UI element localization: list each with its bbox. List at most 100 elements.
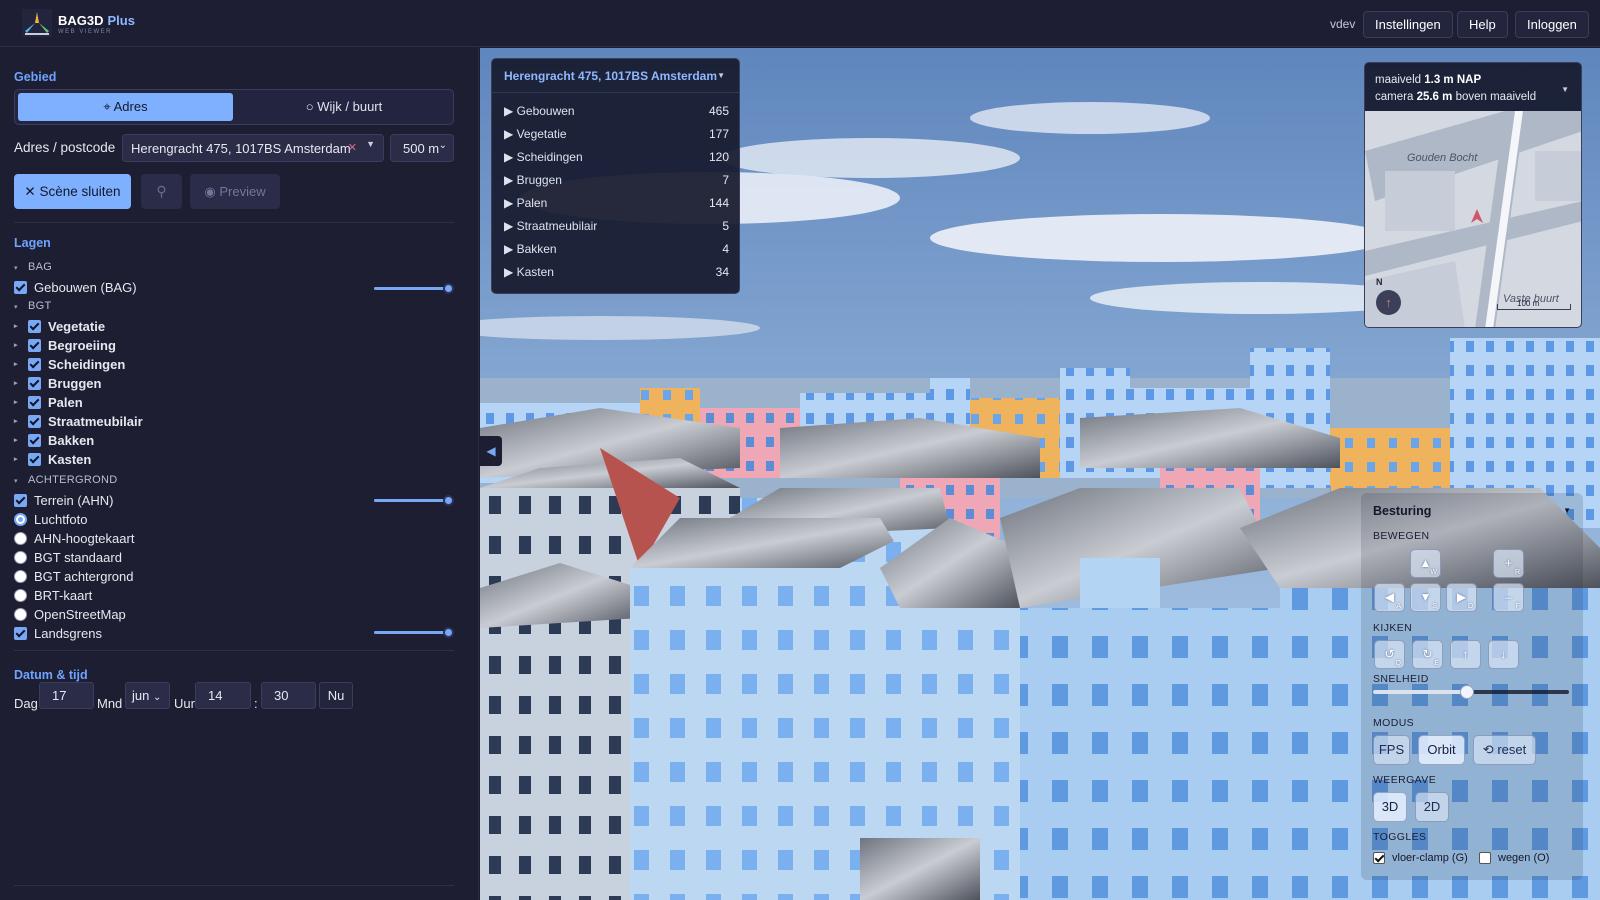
checkbox[interactable] (14, 626, 27, 640)
checkbox[interactable] (28, 319, 41, 333)
move-down-button[interactable]: – F (1493, 583, 1524, 612)
radio[interactable] (14, 569, 27, 583)
speed-slider-fill (1373, 690, 1468, 694)
pin-tool-button[interactable]: ⚲ (141, 174, 182, 209)
north-label: N (1376, 277, 1383, 287)
slider-knob[interactable] (1460, 685, 1475, 699)
checkbox[interactable] (28, 433, 41, 447)
group-bgt[interactable]: ▾ BGT (14, 300, 52, 312)
pin-clear-icon[interactable]: ✕ (348, 141, 357, 154)
stat-row-straatmeubilair[interactable]: ▶ Straatmeubilair 5 (504, 219, 729, 237)
slider-knob[interactable] (443, 627, 454, 638)
basemap-bgt-achtergrond[interactable]: BGT achtergrond (14, 567, 133, 585)
opacity-slider-terrein[interactable] (374, 495, 454, 506)
day-input[interactable]: 17 (39, 682, 94, 709)
checkbox[interactable] (28, 395, 41, 409)
checkbox[interactable] (28, 452, 41, 466)
look-down-button[interactable]: ↓ (1488, 640, 1519, 669)
mode-fps-button[interactable]: FPS (1373, 735, 1410, 765)
radio[interactable] (14, 531, 27, 545)
toggle-vloer-clamp[interactable]: vloer-clamp (G) (1373, 852, 1468, 864)
view-2d-button[interactable]: 2D (1415, 792, 1449, 822)
stat-row-gebouwen[interactable]: ▶ Gebouwen 465 (504, 104, 729, 122)
reset-button[interactable]: ⟲ reset (1473, 735, 1536, 765)
layer-bakken[interactable]: ▸ Bakken (14, 431, 94, 449)
address-input[interactable]: Herengracht 475, 1017BS Amsterdam ✕ ▼ (122, 134, 384, 162)
move-forward-button[interactable]: ▲ W (1410, 549, 1441, 578)
layer-gebouwen-bag[interactable]: Gebouwen (BAG) (14, 278, 137, 296)
toggle-wegen[interactable]: wegen (O) (1479, 852, 1549, 864)
section-bewegen: BEWEGEN (1373, 530, 1430, 542)
view-3d-button[interactable]: 3D (1373, 792, 1407, 822)
chevron-down-icon[interactable]: ▼ (717, 71, 725, 80)
checkbox[interactable] (1479, 852, 1491, 864)
collapse-sidebar-button[interactable]: ◀ (480, 436, 502, 466)
radio[interactable] (14, 588, 27, 602)
checkbox[interactable] (14, 280, 27, 294)
lagen-title: Lagen (14, 236, 51, 250)
group-achtergrond[interactable]: ▾ ACHTERGROND (14, 474, 117, 486)
radio[interactable] (14, 512, 27, 526)
month-select[interactable]: jun ⌄ (125, 682, 170, 709)
chevron-down-icon[interactable]: ▼ (366, 139, 375, 149)
basemap-bgt-standaard[interactable]: BGT standaard (14, 548, 122, 566)
layer-terrein-ahn[interactable]: Terrein (AHN) (14, 491, 113, 509)
checkbox[interactable] (1373, 852, 1385, 864)
checkbox[interactable] (28, 338, 41, 352)
mode-orbit-button[interactable]: Orbit (1418, 735, 1465, 765)
layer-palen[interactable]: ▸ Palen (14, 393, 83, 411)
move-back-button[interactable]: ▼ S (1410, 583, 1441, 612)
layer-landsgrens[interactable]: Landsgrens (14, 624, 102, 642)
opacity-slider-landsgrens[interactable] (374, 627, 454, 638)
radius-select[interactable]: 500 m ⌄ (390, 134, 454, 162)
layer-scheidingen[interactable]: ▸ Scheidingen (14, 355, 125, 373)
chevron-down-icon[interactable]: ▼ (1561, 85, 1569, 94)
speed-slider[interactable] (1373, 685, 1569, 699)
basemap-luchtfoto[interactable]: Luchtfoto (14, 510, 88, 528)
tab-adres[interactable]: ⌖ Adres (18, 93, 233, 121)
now-button[interactable]: Nu (319, 682, 353, 709)
stat-row-bruggen[interactable]: ▶ Bruggen 7 (504, 173, 729, 191)
opacity-slider-gebouwen[interactable] (374, 283, 454, 294)
slider-knob[interactable] (443, 283, 454, 294)
move-right-button[interactable]: ▶ D (1446, 583, 1477, 612)
layer-begroeiing[interactable]: ▸ Begroeiing (14, 336, 116, 354)
radio[interactable] (14, 607, 27, 621)
basemap-brt-kaart[interactable]: BRT-kaart (14, 586, 92, 604)
slider-knob[interactable] (443, 495, 454, 506)
checkbox[interactable] (28, 414, 41, 428)
tab-wijk-buurt[interactable]: ○ Wijk / buurt (237, 93, 451, 121)
stat-row-kasten[interactable]: ▶ Kasten 34 (504, 265, 729, 283)
group-bag[interactable]: ▾ BAG (14, 261, 52, 273)
look-up-button[interactable]: ↑ (1450, 640, 1481, 669)
help-button[interactable]: Help (1457, 11, 1508, 38)
login-button[interactable]: Inloggen (1515, 11, 1589, 38)
checkbox[interactable] (14, 493, 27, 507)
stat-row-scheidingen[interactable]: ▶ Scheidingen 120 (504, 150, 729, 168)
layer-vegetatie[interactable]: ▸ Vegetatie (14, 317, 105, 335)
radio[interactable] (14, 550, 27, 564)
move-up-button[interactable]: + R (1493, 549, 1524, 578)
compass-icon[interactable]: ↑ (1376, 290, 1401, 315)
minute-input[interactable]: 30 (261, 682, 316, 709)
move-left-button[interactable]: ◀ A (1374, 583, 1405, 612)
checkbox[interactable] (28, 376, 41, 390)
scene-title[interactable]: Herengracht 475, 1017BS Amsterdam (504, 69, 717, 83)
layer-bruggen[interactable]: ▸ Bruggen (14, 374, 101, 392)
hour-input[interactable]: 14 (195, 682, 251, 709)
rotate-right-button[interactable]: ↻ E (1412, 640, 1443, 669)
stat-row-bakken[interactable]: ▶ Bakken 4 (504, 242, 729, 260)
chevron-down-icon[interactable]: ▼ (1563, 506, 1571, 515)
layer-straatmeubilair[interactable]: ▸ Straatmeubilair (14, 412, 143, 430)
stat-row-vegetatie[interactable]: ▶ Vegetatie 177 (504, 127, 729, 145)
layer-kasten[interactable]: ▸ Kasten (14, 450, 91, 468)
stat-row-palen[interactable]: ▶ Palen 144 (504, 196, 729, 214)
close-scene-button[interactable]: ✕ Scène sluiten (14, 174, 131, 209)
scene-stats-panel: Herengracht 475, 1017BS Amsterdam ▼ ▶ Ge… (491, 58, 740, 294)
basemap-ahn-hoogtekaart[interactable]: AHN-hoogtekaart (14, 529, 134, 547)
settings-button[interactable]: Instellingen (1363, 11, 1453, 38)
rotate-left-button[interactable]: ↺ Q (1374, 640, 1405, 669)
basemap-openstreetmap[interactable]: OpenStreetMap (14, 605, 126, 623)
checkbox[interactable] (28, 357, 41, 371)
preview-button[interactable]: ◉ Preview (190, 174, 280, 209)
